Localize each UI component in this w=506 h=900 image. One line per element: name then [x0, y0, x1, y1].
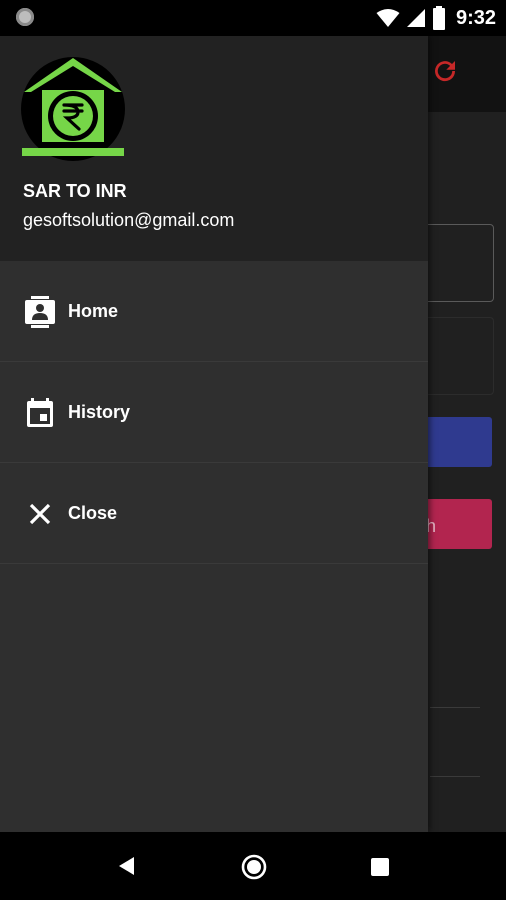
drawer-item-label: Home — [68, 301, 119, 321]
background-primary-button[interactable] — [420, 417, 492, 467]
back-icon[interactable] — [118, 856, 136, 876]
background-input-field[interactable] — [420, 317, 494, 395]
system-navigation-bar — [0, 832, 506, 900]
recent-apps-icon[interactable] — [371, 858, 389, 876]
account-email: gesoftsolution@gmail.com — [23, 210, 235, 230]
drawer-header: SAR TO INR gesoftsolution@gmail.com — [0, 36, 428, 261]
contact-card-icon — [24, 295, 56, 328]
drawer-item-close[interactable]: Close — [0, 463, 428, 564]
divider — [430, 776, 480, 777]
status-time: 9:32 — [455, 6, 496, 29]
refresh-icon[interactable] — [430, 56, 460, 86]
wifi-icon — [376, 9, 400, 27]
status-icons: 9:32 — [376, 0, 496, 36]
drawer-item-history[interactable]: History — [0, 362, 428, 463]
app-name: SAR TO INR — [23, 181, 127, 201]
home-icon[interactable] — [241, 854, 267, 880]
status-bar: 9:32 — [0, 0, 506, 36]
close-icon — [24, 498, 56, 530]
drawer-item-home[interactable]: Home — [0, 261, 428, 362]
navigation-drawer: SAR TO INR gesoftsolution@gmail.com Home — [0, 36, 428, 832]
notification-dot-icon — [16, 8, 34, 26]
drawer-menu: Home History Close — [0, 261, 428, 564]
cell-signal-icon — [406, 9, 425, 27]
drawer-item-label: Close — [68, 503, 118, 523]
calendar-icon — [24, 397, 56, 429]
background-input-field[interactable] — [420, 224, 494, 302]
battery-icon — [432, 6, 445, 30]
drawer-item-label: History — [68, 402, 131, 422]
divider — [430, 707, 480, 708]
rupee-house-logo-icon — [21, 57, 125, 161]
